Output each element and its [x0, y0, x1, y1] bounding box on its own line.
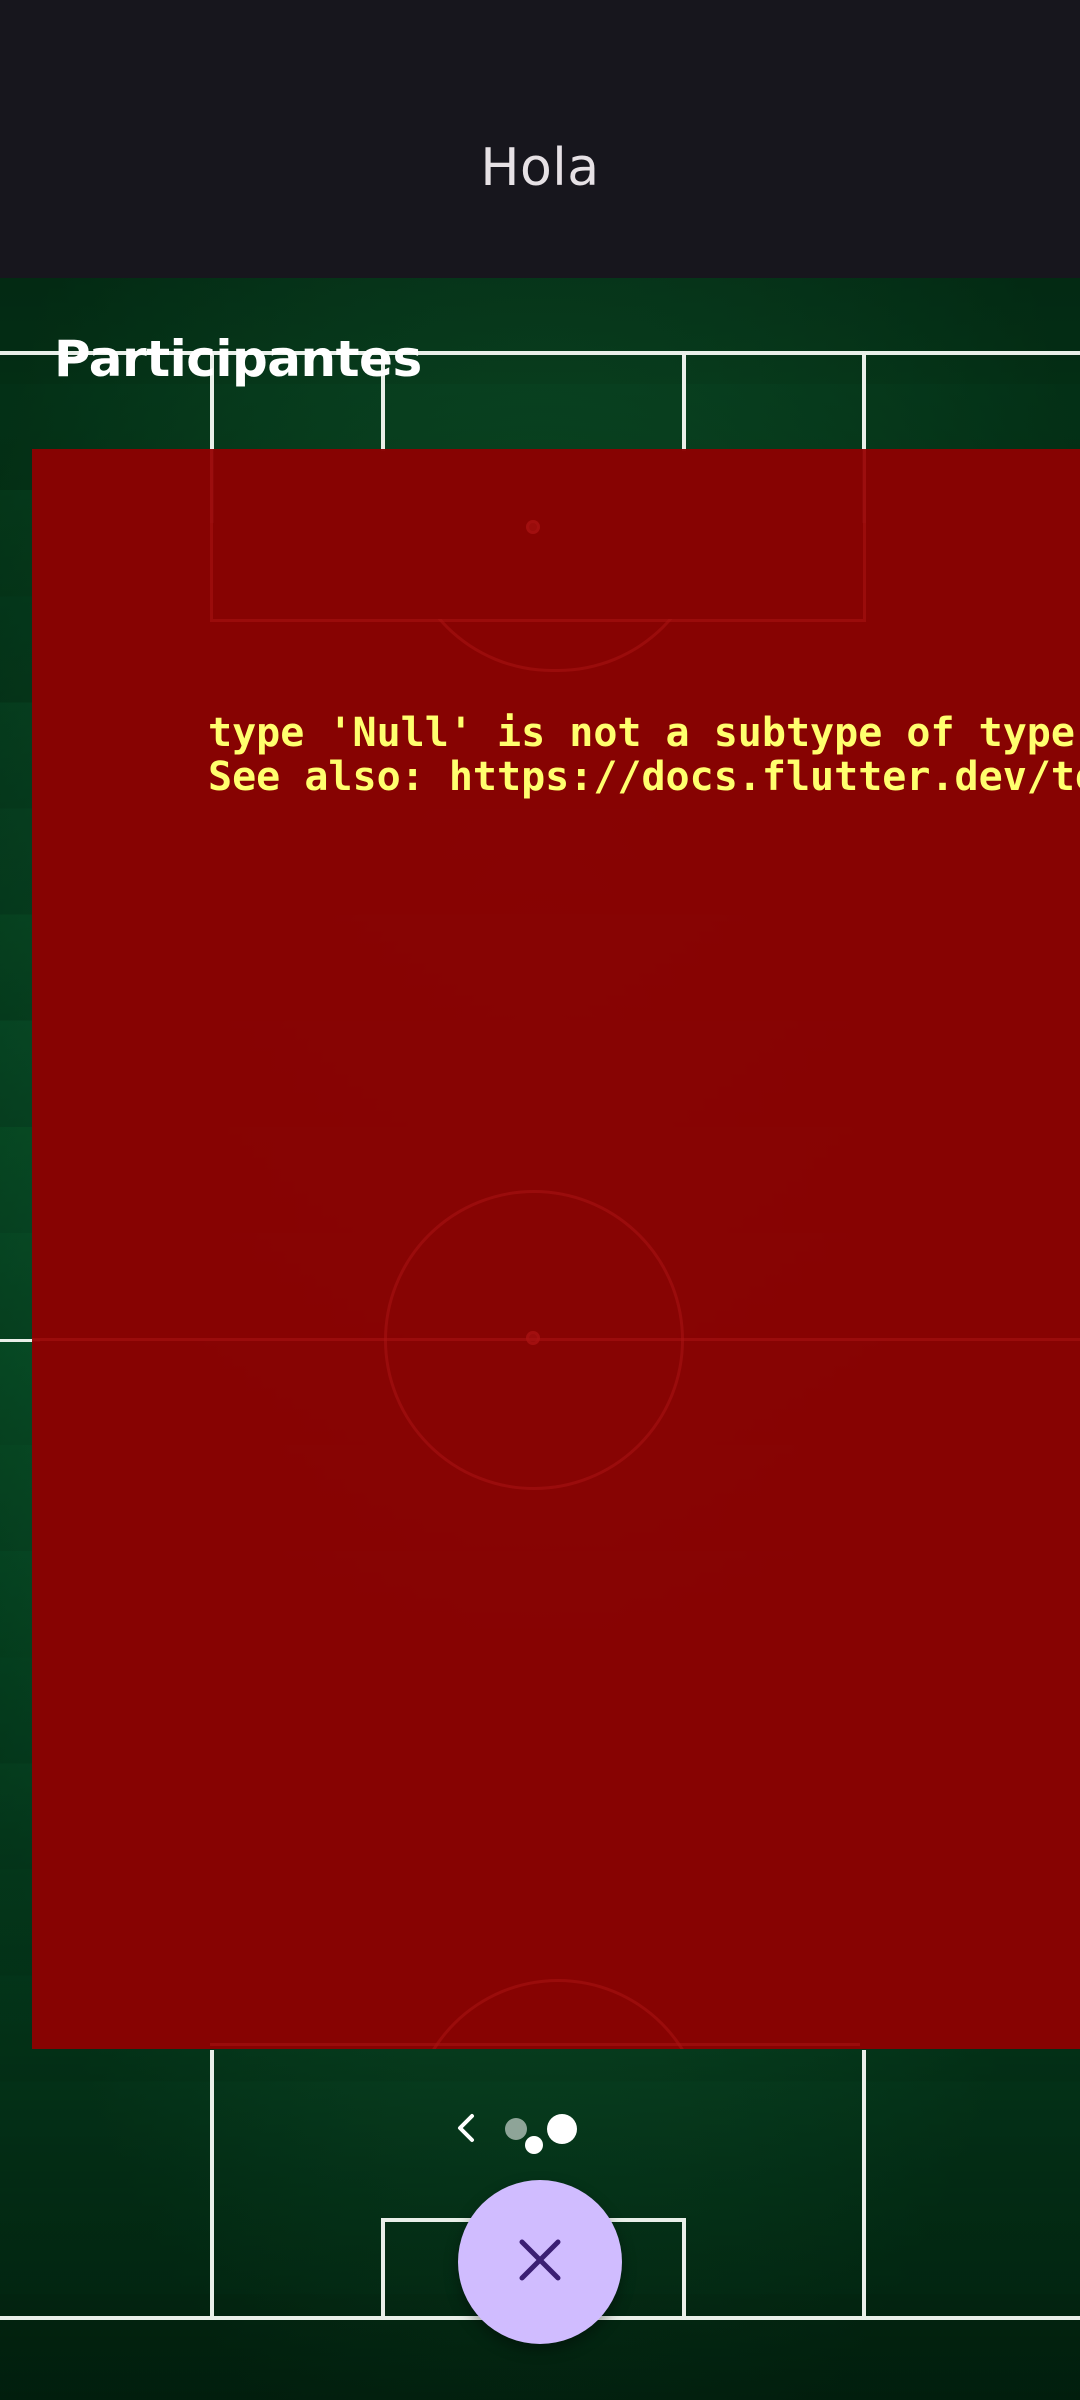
- error-message: type 'Null' is not a subtype of type ': [208, 710, 1080, 756]
- field-top-goal-right: [682, 351, 686, 451]
- app-bar: Hola: [0, 0, 1080, 278]
- page-indicator: [0, 2100, 1080, 2160]
- page-dot-3-active[interactable]: [547, 2114, 577, 2144]
- faint-bottom-arc: [410, 1979, 706, 2049]
- close-icon: [512, 2232, 568, 2293]
- faint-bottom-box-line: [210, 2043, 860, 2046]
- faint-halfway-line: [32, 1338, 1080, 1341]
- participants-header: Participantes: [54, 330, 422, 388]
- page-dot-1[interactable]: [505, 2118, 527, 2140]
- app-bar-title: Hola: [480, 138, 600, 198]
- close-fab-button[interactable]: [458, 2180, 622, 2344]
- faint-penalty-box: [210, 449, 866, 622]
- field-bottom-goal-left: [381, 2218, 385, 2320]
- field-bottom-penalty-left: [210, 2050, 214, 2320]
- field-bottom-goal-right: [682, 2218, 686, 2320]
- error-panel: type 'Null' is not a subtype of type ' S…: [32, 449, 1080, 2049]
- page-dot-2[interactable]: [525, 2136, 543, 2154]
- field-bottom-penalty-right: [862, 2050, 866, 2320]
- chevron-left-icon[interactable]: [448, 2110, 484, 2146]
- faint-penalty-spot: [526, 520, 540, 534]
- faint-center-spot: [526, 1331, 540, 1345]
- error-see-also: See also: https://docs.flutter.dev/tes: [208, 754, 1080, 800]
